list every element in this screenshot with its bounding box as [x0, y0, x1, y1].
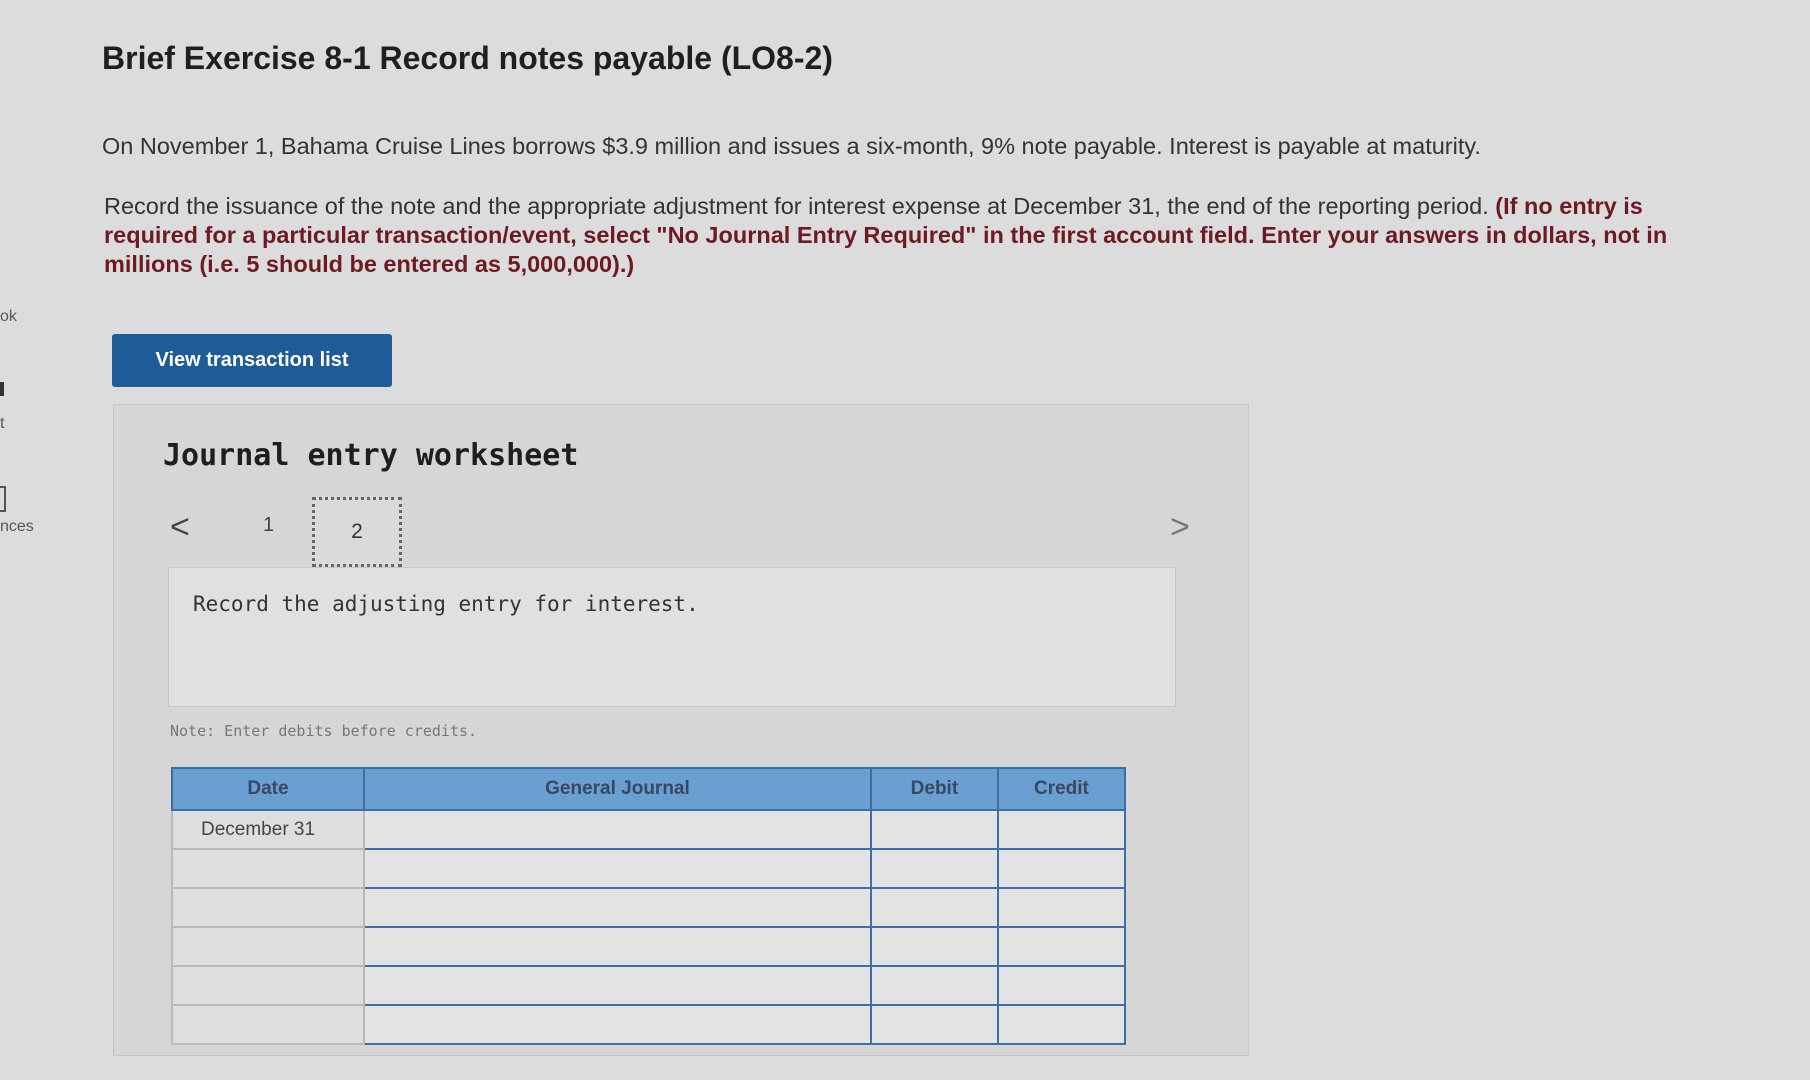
- sidebar-fragment-2: t: [0, 415, 5, 432]
- view-transaction-list-button[interactable]: View transaction list: [112, 334, 392, 387]
- credit-input[interactable]: [996, 809, 1127, 850]
- debit-input[interactable]: [869, 1004, 999, 1045]
- entry-prompt-text: Record the adjusting entry for interest.: [193, 592, 699, 616]
- entry-tab-1[interactable]: 1: [263, 514, 274, 537]
- entry-tab-2-active[interactable]: 2: [312, 497, 402, 567]
- debit-input[interactable]: [869, 965, 999, 1006]
- column-header-date: Date: [171, 767, 365, 811]
- date-cell: [171, 887, 365, 928]
- debits-before-credits-note: Note: Enter debits before credits.: [170, 722, 478, 740]
- sidebar-fragment-1: ok: [0, 308, 17, 325]
- debit-input[interactable]: [869, 809, 999, 850]
- account-input[interactable]: [362, 887, 872, 928]
- account-input[interactable]: [362, 809, 872, 850]
- date-cell: [171, 926, 365, 967]
- date-cell: December 31: [171, 809, 365, 850]
- column-header-credit: Credit: [996, 767, 1127, 811]
- debit-input[interactable]: [869, 887, 999, 928]
- date-cell: [171, 848, 365, 889]
- sidebar-fragment-3: nces: [0, 518, 34, 535]
- credit-input[interactable]: [996, 1004, 1127, 1045]
- next-entry-chevron-icon[interactable]: >: [1170, 508, 1190, 547]
- requirement-text: Record the issuance of the note and the …: [104, 193, 1489, 219]
- account-input[interactable]: [362, 848, 872, 889]
- credit-input[interactable]: [996, 965, 1127, 1006]
- entry-prompt-box: Record the adjusting entry for interest.: [168, 567, 1176, 707]
- credit-input[interactable]: [996, 848, 1127, 889]
- problem-requirement: Record the issuance of the note and the …: [104, 192, 1724, 279]
- table-row: December 31: [171, 809, 1127, 850]
- page-title: Brief Exercise 8-1 Record notes payable …: [102, 40, 833, 76]
- credit-input[interactable]: [996, 926, 1127, 967]
- sidebar-marker: [0, 382, 4, 396]
- debit-input[interactable]: [869, 926, 999, 967]
- previous-entry-chevron-icon[interactable]: <: [170, 508, 190, 547]
- column-header-general-journal: General Journal: [362, 767, 872, 811]
- debit-input[interactable]: [869, 848, 999, 889]
- date-cell: [171, 1004, 365, 1045]
- table-row: [171, 965, 1127, 1006]
- account-input[interactable]: [362, 926, 872, 967]
- table-row: [171, 926, 1127, 967]
- table-row: [171, 1004, 1127, 1045]
- table-row: [171, 848, 1127, 889]
- problem-statement: On November 1, Bahama Cruise Lines borro…: [102, 133, 1481, 159]
- date-cell: [171, 965, 365, 1006]
- credit-input[interactable]: [996, 887, 1127, 928]
- table-row: [171, 887, 1127, 928]
- entry-tab-2-label: 2: [351, 520, 363, 543]
- account-input[interactable]: [362, 1004, 872, 1045]
- journal-header-row: Date General Journal Debit Credit: [171, 767, 1127, 811]
- worksheet-title: Journal entry worksheet: [163, 438, 579, 473]
- journal-table: Date General Journal Debit Credit Decemb…: [171, 767, 1127, 1045]
- sidebar-bracket: [0, 486, 6, 512]
- account-input[interactable]: [362, 965, 872, 1006]
- column-header-debit: Debit: [869, 767, 999, 811]
